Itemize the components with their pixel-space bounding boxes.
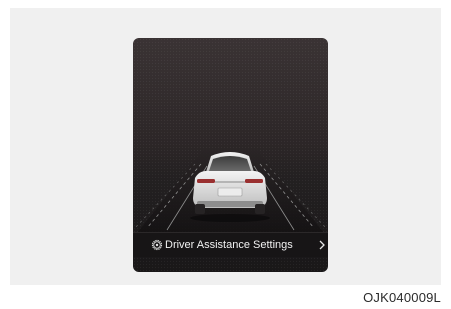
chevron-right-icon — [319, 240, 325, 250]
figure-code: OJK040009L — [363, 290, 441, 305]
gear-icon — [151, 239, 163, 251]
cluster-display: Driver Assistance Settings — [133, 38, 328, 272]
driver-assistance-settings-menu[interactable]: Driver Assistance Settings — [133, 232, 328, 257]
menu-label: Driver Assistance Settings — [165, 239, 293, 251]
